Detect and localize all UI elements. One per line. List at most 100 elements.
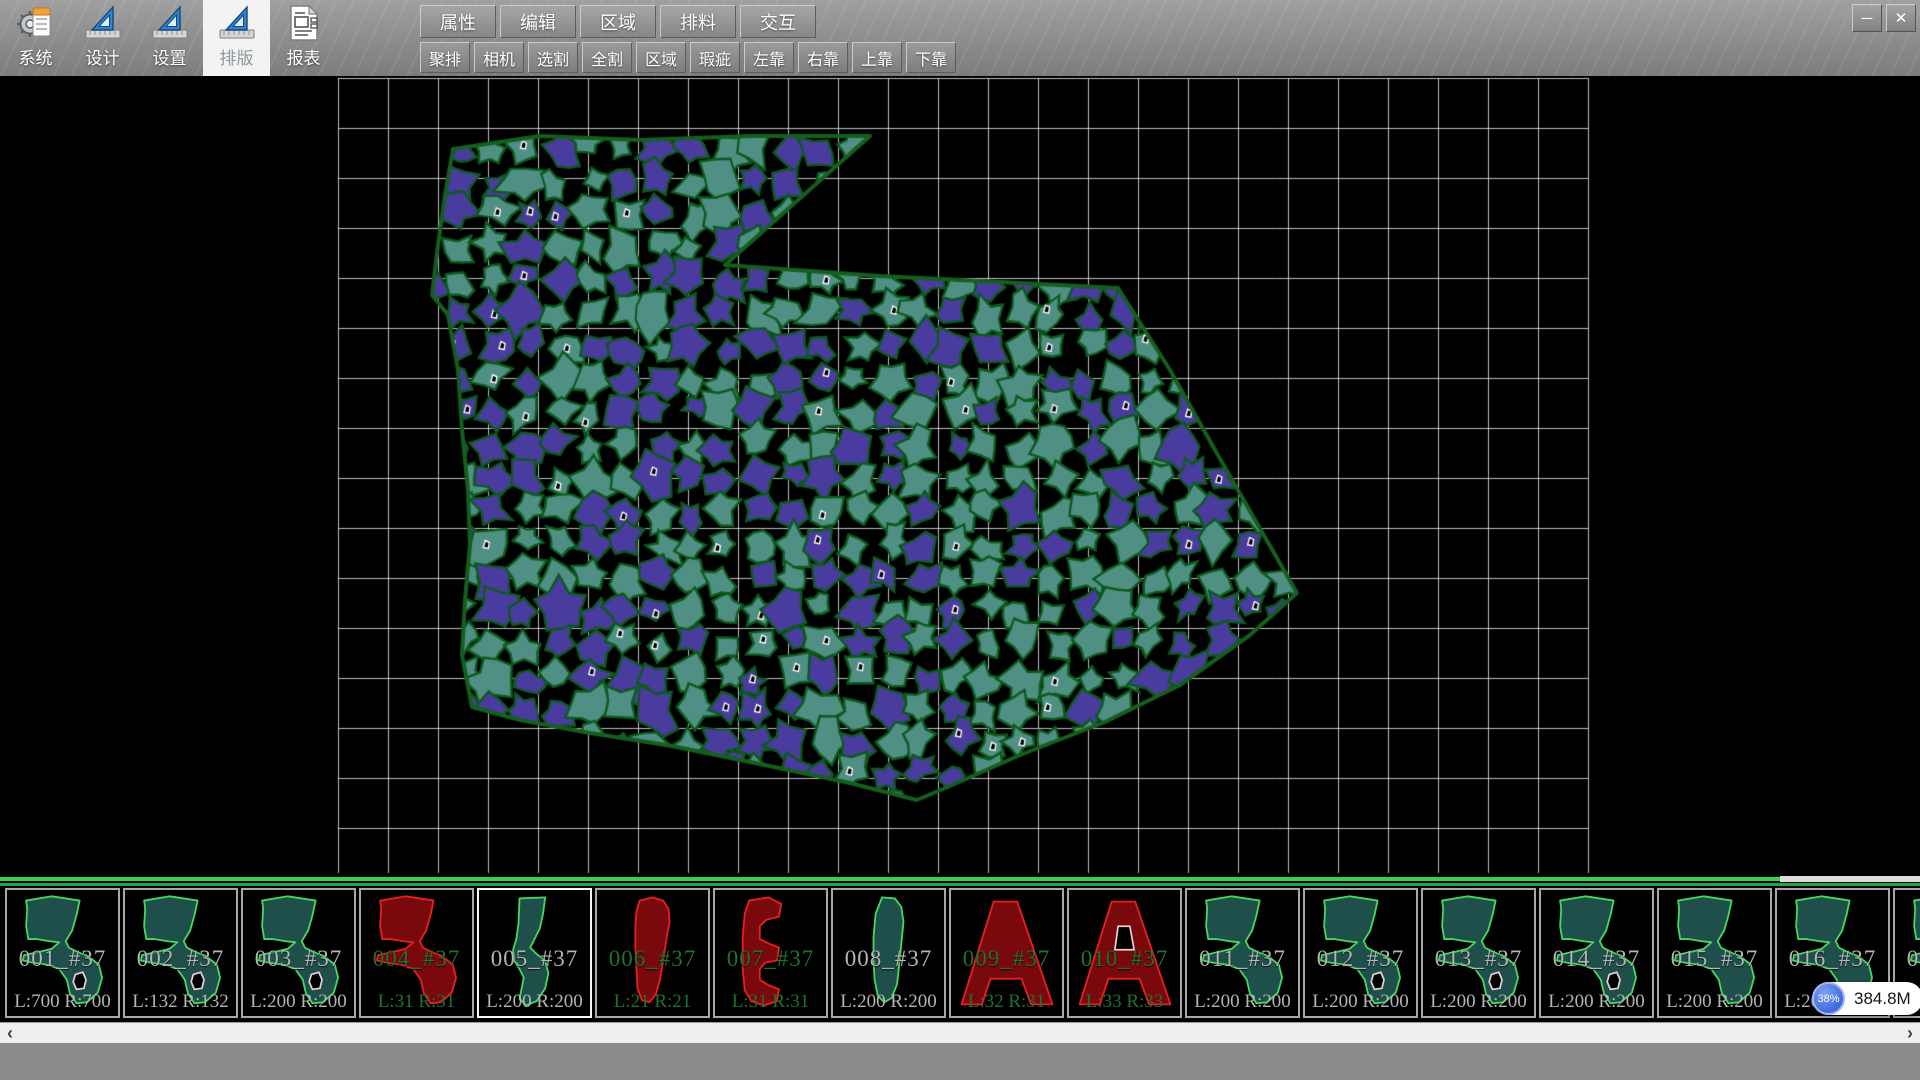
main-tab-buttons: 系统 设计 设置 排版 报表 xyxy=(2,0,337,76)
piece-thumbnail-014_#37[interactable]: 014_#37L:200 R:200 xyxy=(1539,888,1654,1018)
piece-thumbnail-strip: 001_#37 L:700 R:700 002_#37 L:132 R:132 00… xyxy=(0,887,1920,1021)
piece-hole xyxy=(1607,972,1620,989)
strip-scroll-corner xyxy=(1780,876,1920,882)
main-tab-label: 报表 xyxy=(287,44,321,69)
piece-label: 011_#37 xyxy=(1187,946,1298,972)
piece-label: 008_#37 xyxy=(833,946,944,972)
piece-thumbnail-005_#37[interactable]: 005_#37 L:200 R:200 xyxy=(477,888,592,1018)
piece-lr-values: L:200 R:200 xyxy=(243,991,354,1013)
strip-separator xyxy=(0,876,1920,887)
main-tab-设计[interactable]: 设计 xyxy=(69,0,136,76)
piece-thumbnail-007_#37[interactable]: 007_#37 L:31 R:31 xyxy=(713,888,828,1018)
progress-circle: 38% xyxy=(1812,982,1845,1015)
piece-thumbnail-002_#37[interactable]: 002_#37 L:132 R:132 xyxy=(123,888,238,1018)
menu-button-右靠[interactable]: 右靠 xyxy=(798,42,848,73)
piece-label: 003_#37 xyxy=(243,946,354,972)
menu-button-全割[interactable]: 全割 xyxy=(582,42,632,73)
piece-label: 005_#37 xyxy=(479,946,590,972)
main-tab-label: 排版 xyxy=(220,44,254,69)
menu-button-属性[interactable]: 属性 xyxy=(420,5,496,38)
set-square-icon xyxy=(150,3,190,43)
memory-usage-label: 384.8M xyxy=(1845,989,1920,1009)
piece-thumbnail-006_#37[interactable]: 006_#37 L:21 R:21 xyxy=(595,888,710,1018)
set-square-icon xyxy=(83,3,123,43)
piece-lr-values: L:200 R:200 xyxy=(1423,991,1534,1013)
menu-button-相机[interactable]: 相机 xyxy=(474,42,524,73)
main-tab-label: 设计 xyxy=(86,44,120,69)
piece-label: 001_#37 xyxy=(7,946,118,972)
window-controls: ─ ✕ xyxy=(1852,4,1916,32)
close-button[interactable]: ✕ xyxy=(1886,4,1916,32)
piece-label: 016_#37 xyxy=(1777,946,1888,972)
main-tab-报表[interactable]: 报表 xyxy=(270,0,337,76)
piece-hole xyxy=(1489,972,1502,989)
piece-thumbnail-011_#37[interactable]: 011_#37L:200 R:200 xyxy=(1185,888,1300,1018)
piece-thumbnail-009_#37[interactable]: 009_#37 L:32 R:31 xyxy=(949,888,1064,1018)
piece-label: 009_#37 xyxy=(951,946,1062,972)
piece-label: 015_#37 xyxy=(1659,946,1770,972)
piece-thumbnail-012_#37[interactable]: 012_#37 L:200 R:200 xyxy=(1303,888,1418,1018)
piece-label: 013_#37 xyxy=(1423,946,1534,972)
piece-thumbnail-008_#37[interactable]: 008_#37 L:200 R:200 xyxy=(831,888,946,1018)
piece-lr-values: L:33 R:33 xyxy=(1069,991,1180,1013)
main-tab-设置[interactable]: 设置 xyxy=(136,0,203,76)
horizontal-scrollbar[interactable]: ‹ › xyxy=(0,1022,1920,1043)
menu-button-区域[interactable]: 区域 xyxy=(636,42,686,73)
piece-lr-values: L:31 R:31 xyxy=(715,991,826,1013)
piece-hole xyxy=(309,972,322,989)
menu-button-区域[interactable]: 区域 xyxy=(580,5,656,38)
piece-thumbnail-004_#37[interactable]: 004_#37 L:31 R:31 xyxy=(359,888,474,1018)
app-window: 系统 设计 设置 排版 报表 属性编辑区域排料交互 聚排相机选割全 xyxy=(0,0,1920,1080)
menu-button-下靠[interactable]: 下靠 xyxy=(906,42,956,73)
piece-label: 004_#37 xyxy=(361,946,472,972)
report-document-icon xyxy=(284,3,324,43)
piece-label: 014_#37 xyxy=(1541,946,1652,972)
piece-thumbnail-015_#37[interactable]: 015_#37 L:200 R:200 xyxy=(1657,888,1772,1018)
nesting-canvas[interactable] xyxy=(0,76,1920,877)
top-toolbar: 系统 设计 设置 排版 报表 属性编辑区域排料交互 聚排相机选割全 xyxy=(0,0,1920,78)
menu-row-2: 聚排相机选割全割区域瑕疵左靠右靠上靠下靠 xyxy=(420,42,956,73)
main-tab-排版[interactable]: 排版 xyxy=(203,0,270,76)
menu-button-交互[interactable]: 交互 xyxy=(740,5,816,38)
piece-thumbnail-013_#37[interactable]: 013_#37 L:200 R:200 xyxy=(1421,888,1536,1018)
scroll-left-arrow-icon[interactable]: ‹ xyxy=(0,1023,20,1043)
menu-button-上靠[interactable]: 上靠 xyxy=(852,42,902,73)
piece-lr-values: L:32 R:31 xyxy=(951,991,1062,1013)
piece-lr-values: L:200 R:200 xyxy=(1659,991,1770,1013)
piece-thumbnail-001_#37[interactable]: 001_#37 L:700 R:700 xyxy=(5,888,120,1018)
menu-button-选割[interactable]: 选割 xyxy=(528,42,578,73)
menu-button-排料[interactable]: 排料 xyxy=(660,5,736,38)
piece-lr-values: L:21 R:21 xyxy=(597,991,708,1013)
piece-hole xyxy=(1371,972,1384,989)
minimize-button[interactable]: ─ xyxy=(1852,4,1882,32)
piece-thumbnail-003_#37[interactable]: 003_#37 L:200 R:200 xyxy=(241,888,356,1018)
piece-lr-values: L:700 R:700 xyxy=(7,991,118,1013)
piece-label: 017_#37 xyxy=(1895,946,1920,972)
menu-button-瑕疵[interactable]: 瑕疵 xyxy=(690,42,740,73)
menu-button-聚排[interactable]: 聚排 xyxy=(420,42,470,73)
menu-row-1: 属性编辑区域排料交互 xyxy=(420,5,816,38)
piece-lr-values: L:200 R:200 xyxy=(479,991,590,1013)
separator-green-line xyxy=(0,877,1920,881)
piece-lr-values: L:200 R:200 xyxy=(1305,991,1416,1013)
bottom-status-bar xyxy=(0,1043,1920,1080)
system-gear-icon xyxy=(16,3,56,43)
menu-button-编辑[interactable]: 编辑 xyxy=(500,5,576,38)
piece-thumbnail-010_#37[interactable]: 010_#37 L:33 R:33 xyxy=(1067,888,1182,1018)
main-tab-label: 系统 xyxy=(19,44,53,69)
piece-lr-values: L:132 R:132 xyxy=(125,991,236,1013)
piece-hole xyxy=(191,972,204,989)
piece-label: 002_#37 xyxy=(125,946,236,972)
status-badge: 38% 384.8M xyxy=(1812,982,1920,1015)
piece-lr-values: L:31 R:31 xyxy=(361,991,472,1013)
piece-label: 007_#37 xyxy=(715,946,826,972)
piece-label: 006_#37 xyxy=(597,946,708,972)
piece-label: 010_#37 xyxy=(1069,946,1180,972)
piece-lr-values: L:200 R:200 xyxy=(833,991,944,1013)
main-tab-系统[interactable]: 系统 xyxy=(2,0,69,76)
piece-hole xyxy=(73,972,86,989)
menu-button-左靠[interactable]: 左靠 xyxy=(744,42,794,73)
scroll-right-arrow-icon[interactable]: › xyxy=(1900,1023,1920,1043)
separator-green-line-2 xyxy=(0,883,1920,886)
piece-label: 012_#37 xyxy=(1305,946,1416,972)
